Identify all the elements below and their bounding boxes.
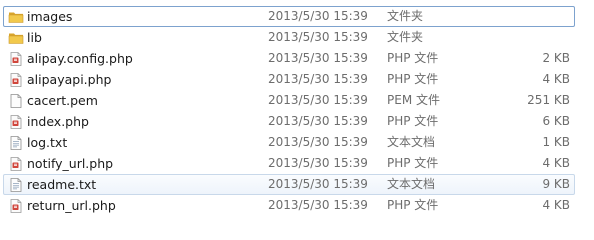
file-size: 4 KB (542, 156, 570, 170)
text-file-icon (8, 177, 24, 193)
file-name: cacert.pem (27, 93, 98, 108)
blank-file-icon (8, 93, 24, 109)
file-name: images (27, 9, 73, 24)
file-type: 文本文档 (387, 177, 436, 191)
php-file-icon (8, 72, 24, 88)
file-row[interactable]: lib 2013/5/30 15:39 文件夹 (3, 27, 575, 48)
file-type: PEM 文件 (387, 93, 440, 107)
file-modified-date: 2013/5/30 15:39 (268, 156, 368, 170)
file-size: 251 KB (527, 93, 570, 107)
file-modified-date: 2013/5/30 15:39 (268, 135, 368, 149)
file-name: alipay.config.php (27, 51, 133, 66)
file-size: 2 KB (542, 51, 570, 65)
file-row[interactable]: readme.txt 2013/5/30 15:39 文本文档 9 KB (3, 174, 575, 195)
file-type: PHP 文件 (387, 72, 439, 86)
folder-icon (8, 30, 24, 46)
file-row[interactable]: images 2013/5/30 15:39 文件夹 (3, 6, 575, 27)
file-modified-date: 2013/5/30 15:39 (268, 30, 368, 44)
file-modified-date: 2013/5/30 15:39 (268, 72, 368, 86)
php-file-icon (8, 156, 24, 172)
file-modified-date: 2013/5/30 15:39 (268, 9, 368, 23)
file-name: lib (27, 30, 42, 45)
file-type: PHP 文件 (387, 51, 439, 65)
folder-icon (8, 9, 24, 25)
file-row[interactable]: return_url.php 2013/5/30 15:39 PHP 文件 4 KB (3, 195, 575, 216)
file-row[interactable]: alipay.config.php 2013/5/30 15:39 PHP 文件 2 … (3, 48, 575, 69)
php-file-icon (8, 114, 24, 130)
file-type: 文件夹 (387, 30, 424, 44)
file-modified-date: 2013/5/30 15:39 (268, 198, 368, 212)
file-name: index.php (27, 114, 89, 129)
file-type: PHP 文件 (387, 114, 439, 128)
file-type: PHP 文件 (387, 156, 439, 170)
file-size: 4 KB (542, 198, 570, 212)
file-modified-date: 2013/5/30 15:39 (268, 51, 368, 65)
file-list: images 2013/5/30 15:39 文件夹 lib 2013/5/30 15:… (0, 0, 594, 222)
text-file-icon (8, 135, 24, 151)
file-name: alipayapi.php (27, 72, 112, 87)
file-name: readme.txt (27, 177, 97, 192)
file-row[interactable]: index.php 2013/5/30 15:39 PHP 文件 6 KB (3, 111, 575, 132)
file-modified-date: 2013/5/30 15:39 (268, 114, 368, 128)
file-name: log.txt (27, 135, 68, 150)
file-row[interactable]: alipayapi.php 2013/5/30 15:39 PHP 文件 4 KB (3, 69, 575, 90)
file-name: return_url.php (27, 198, 116, 213)
file-row[interactable]: cacert.pem 2013/5/30 15:39 PEM 文件 251 KB (3, 90, 575, 111)
file-modified-date: 2013/5/30 15:39 (268, 93, 368, 107)
file-row[interactable]: log.txt 2013/5/30 15:39 文本文档 1 KB (3, 132, 575, 153)
php-file-icon (8, 198, 24, 214)
file-name: notify_url.php (27, 156, 114, 171)
file-size: 1 KB (542, 135, 570, 149)
file-type: 文本文档 (387, 135, 436, 149)
file-type: 文件夹 (387, 9, 424, 23)
file-size: 9 KB (542, 177, 570, 191)
file-size: 4 KB (542, 72, 570, 86)
file-row[interactable]: notify_url.php 2013/5/30 15:39 PHP 文件 4 KB (3, 153, 575, 174)
php-file-icon (8, 51, 24, 67)
file-type: PHP 文件 (387, 198, 439, 212)
file-modified-date: 2013/5/30 15:39 (268, 177, 368, 191)
file-size: 6 KB (542, 114, 570, 128)
